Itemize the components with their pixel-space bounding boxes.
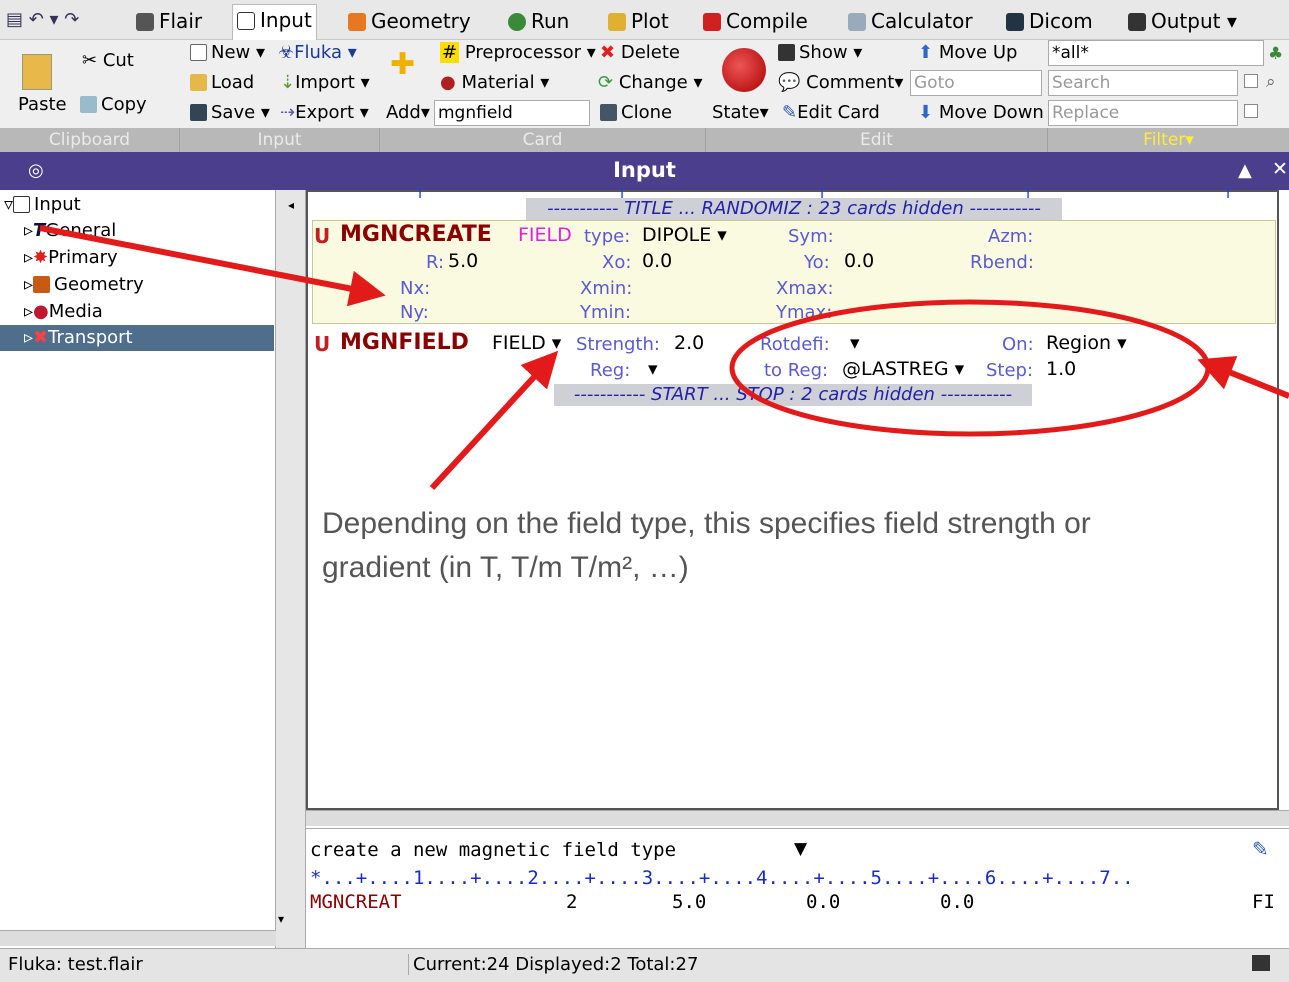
card-line-name: MGNCREAT (310, 891, 402, 913)
status-card-count: Current:24 Displayed:2 Total:27 (408, 954, 698, 975)
card-line-value: 0.0 (806, 891, 841, 913)
description-dropdown[interactable]: ▼ (794, 839, 807, 859)
card-line-value: 5.0 (672, 891, 707, 913)
terminal-icon[interactable] (1252, 955, 1270, 971)
column-ruler: *...+....1....+....2....+....3....+....4… (310, 867, 1134, 889)
edit-pencil-icon[interactable]: ✎ (1252, 837, 1269, 861)
status-bar: Fluka: test.flair Current:24 Displayed:2… (0, 948, 1289, 982)
annotation-arrow (39, 225, 386, 307)
card-text-view: create a new magnetic field type ▼ ✎ *..… (306, 828, 1289, 946)
card-line-value: 2 (566, 891, 578, 913)
card-line-value: 0.0 (940, 891, 975, 913)
card-description: create a new magnetic field type (310, 839, 677, 861)
card-line-value: FI (1252, 891, 1275, 913)
status-file: Fluka: test.flair (8, 954, 143, 975)
annotation-arrow (1197, 355, 1289, 399)
highlight-ellipse (729, 299, 1211, 437)
annotation-arrow (429, 350, 559, 491)
